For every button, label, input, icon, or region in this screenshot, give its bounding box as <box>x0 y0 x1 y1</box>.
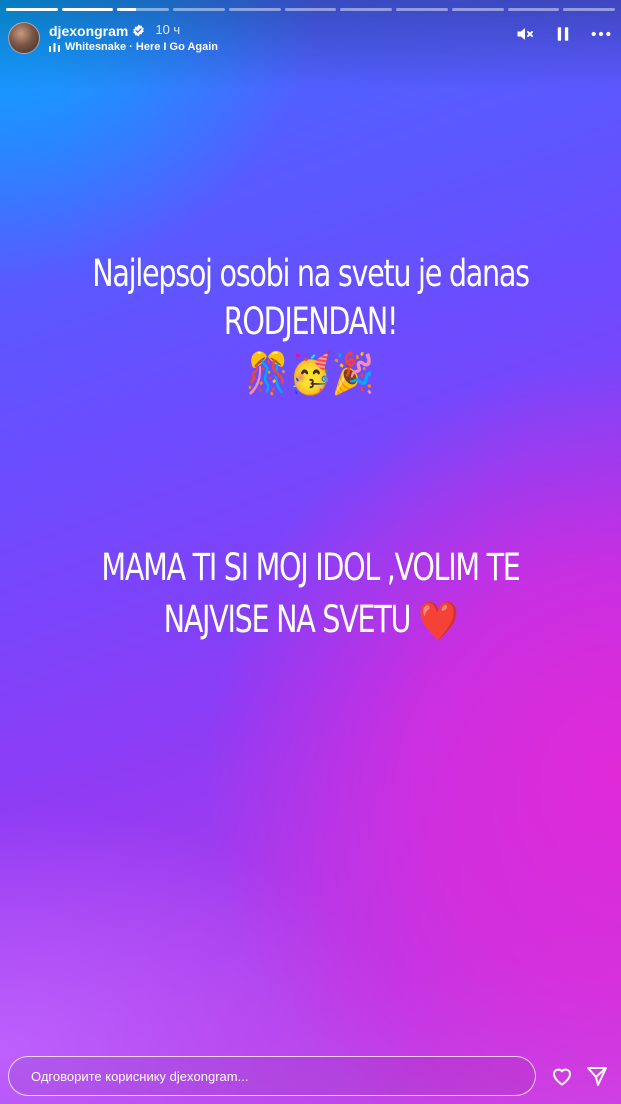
verified-badge-icon <box>133 24 145 37</box>
progress-segment <box>451 8 504 11</box>
like-button[interactable] <box>548 1062 576 1090</box>
progress-segment <box>563 8 616 11</box>
text-line-4: NAJVISE NA SVETU <box>163 598 412 641</box>
party-emojis: 🎊🥳🎉 <box>246 351 375 397</box>
music-title: Whitesnake · Here I Go Again <box>65 40 219 53</box>
speaker-muted-icon <box>517 28 533 40</box>
story-controls <box>513 22 613 46</box>
story-text-mama: MAMA TI SI MOJ IDOL ,VOLIM TE NAJVISE NA… <box>43 542 577 647</box>
progress-segment <box>61 8 114 11</box>
progress-segment <box>340 8 393 11</box>
music-bars-icon <box>49 42 60 52</box>
progress-segment <box>507 8 560 11</box>
more-horizontal-icon <box>591 31 611 37</box>
progress-segment <box>284 8 337 11</box>
paper-plane-icon <box>587 1067 607 1086</box>
more-options-button[interactable] <box>589 22 613 46</box>
progress-segment <box>6 8 58 11</box>
story-viewer[interactable]: djexongram 10 ч Whitesnake · Here I Go A… <box>0 0 621 1104</box>
story-progress-bar <box>6 8 616 11</box>
progress-segment <box>173 8 225 11</box>
share-button[interactable] <box>583 1062 611 1090</box>
text-line-2: RODJENDAN! <box>223 300 399 343</box>
progress-segment-fill <box>117 8 136 11</box>
time-ago: 10 ч <box>155 22 181 38</box>
reply-bar: Одговорите кориснику djexongram... <box>0 1044 621 1104</box>
text-line-1: Najlepsoj osobi na svetu je danas <box>92 252 530 295</box>
heart-outline-icon <box>553 1068 571 1086</box>
reply-input[interactable]: Одговорите кориснику djexongram... <box>8 1056 536 1096</box>
heart-emoji: ❤️ <box>417 599 459 643</box>
username[interactable]: djexongram <box>49 23 128 39</box>
progress-segment <box>228 8 281 11</box>
reply-placeholder: Одговорите кориснику djexongram... <box>31 1068 249 1084</box>
music-attribution[interactable]: Whitesnake · Here I Go Again <box>49 41 218 54</box>
progress-segment-fill <box>6 8 58 11</box>
progress-segment-fill <box>61 8 114 11</box>
mute-button[interactable] <box>513 22 537 46</box>
story-meta: djexongram 10 ч Whitesnake · Here I Go A… <box>49 22 218 54</box>
progress-segment <box>117 8 170 11</box>
progress-segment <box>396 8 448 11</box>
pause-button[interactable] <box>551 22 575 46</box>
story-text-birthday: Najlepsoj osobi na svetu je danas RODJEN… <box>43 250 577 402</box>
avatar[interactable] <box>8 22 40 54</box>
pause-icon <box>557 27 569 41</box>
text-line-3: MAMA TI SI MOJ IDOL ,VOLIM TE <box>101 546 520 589</box>
